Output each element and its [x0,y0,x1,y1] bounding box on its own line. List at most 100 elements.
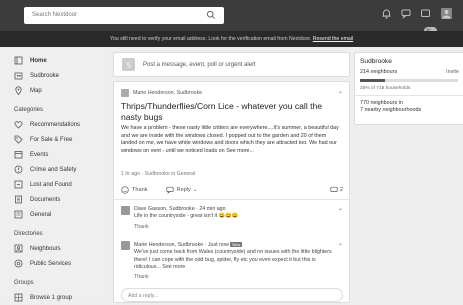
households-progress-bar [360,79,458,82]
people-icon [14,244,23,253]
search-input[interactable]: Search Nextdoor [24,7,224,24]
avatar [121,241,130,250]
sidebar-item-label: Crime and Safety [30,166,77,173]
general-icon [14,210,23,219]
bell-icon[interactable] [380,7,393,20]
nearby-line-2: 7 nearby neighbourhoods [360,107,422,114]
new-badge: New [230,242,243,247]
reply-button[interactable]: Reply ⌄ [165,186,198,194]
post-meta: 1 hr ago · Sudbrooke in General [121,171,196,177]
sidebar-item-lost-and-found[interactable]: Lost and Found [0,177,110,192]
sidebar-item-public-services[interactable]: Public Services [0,256,110,271]
sidebar-item-home[interactable]: Home [0,53,110,68]
shield-icon [14,165,23,174]
progress-fill [360,79,385,82]
comment-icon [330,186,338,194]
chevron-down-icon[interactable]: ⌄ [338,88,343,95]
neighbourhood-name[interactable]: Sudbrooke [360,58,392,65]
reply-item: Dave Gasson, Sudbrooke · 24 min ago Life… [121,206,343,230]
sidebar-item-general[interactable]: General [0,207,110,222]
avatar [121,206,130,215]
thank-button[interactable]: Thank [121,186,148,194]
reply-icon [165,186,174,194]
smile-icon [121,186,129,194]
nearby-neighbours[interactable]: 770 neighbours in 7 nearby neighbourhood… [360,100,421,114]
reply-author[interactable]: Marie Henderson, Sudbrooke · Just now [134,242,229,248]
chat-icon[interactable] [400,7,413,20]
sidebar: Home Sudbrooke Map Categories Recommenda… [0,47,110,302]
search-placeholder: Search Nextdoor [32,12,78,18]
chevron-down-icon[interactable]: ⌄ [338,240,343,247]
post-composer[interactable]: S Post a message, event, poll or urgent … [113,52,350,77]
messages-icon[interactable]: 30 [420,7,437,40]
thank-label: Thank [132,187,148,193]
reply-count-value: 2 [339,187,343,193]
groups-icon [14,293,23,302]
sidebar-item-events[interactable]: Events [0,147,110,162]
avatar [121,89,129,97]
email-verification-banner: You still need to verify your email addr… [0,31,463,47]
progress-text: 25% of 718 households [360,86,411,91]
nearby-line-1: 770 neighbours in [360,100,403,106]
categories-heading: Categories [14,107,44,113]
sidebar-item-label: Map [30,87,42,94]
reply-count[interactable]: 2 [330,186,343,194]
see-more-link[interactable]: See more [162,264,185,270]
public-services-icon [14,259,23,268]
search-icon[interactable] [206,10,216,20]
see-more-link[interactable]: See more... [226,148,254,154]
post-author[interactable]: Marie Henderson, Sudbrooke [121,89,202,97]
post-author-name: Marie Henderson, Sudbrooke [133,90,203,96]
thank-button[interactable]: Thank [134,224,343,230]
invite-button[interactable]: Invite [446,69,459,75]
document-icon [14,195,23,204]
heart-icon [14,120,23,129]
sidebar-item-label: Documents [30,196,61,203]
sidebar-item-recommendations[interactable]: Recommendations [0,117,110,132]
calendar-icon [14,150,23,159]
home-icon [14,56,23,65]
resend-email-link[interactable]: Resend the email [313,36,353,42]
svg-text:S: S [126,61,131,69]
avatar[interactable] [440,7,453,20]
lost-found-icon [14,180,23,189]
sidebar-item-for-sale-free[interactable]: For Sale & Free [0,132,110,147]
sidebar-item-label: Home [30,57,47,64]
add-reply-placeholder: Add a reply... [128,293,159,299]
neighbourhood-card: Sudbrooke 214 neighbours Invite 25% of 7… [354,52,463,125]
sidebar-item-neighbours[interactable]: Neighbours [0,241,110,256]
top-navigation-bar: Search Nextdoor 30 [0,0,463,40]
news-feed: S Post a message, event, poll or urgent … [113,52,350,303]
neighbour-count: 214 neighbours [360,69,398,75]
reply-item: Marie Henderson, Sudbrooke · Just now Ne… [121,241,343,280]
chevron-down-icon: ⌄ [192,187,198,193]
sidebar-item-label: Events [30,151,49,158]
sidebar-item-label: Recommendations [30,121,81,128]
sidebar-item-label: General [30,211,52,218]
sidebar-item-documents[interactable]: Documents [0,192,110,207]
tag-icon [14,135,23,144]
sidebar-item-browse-groups[interactable]: Browse 1 group [0,290,110,305]
sidebar-item-label: For Sale & Free [30,136,73,143]
post-body: We have a problem - these nasty little c… [121,125,343,155]
sidebar-item-crime-and-safety[interactable]: Crime and Safety [0,162,110,177]
thank-button[interactable]: Thank [134,274,343,280]
sidebar-item-label: Neighbours [30,245,61,252]
directories-heading: Directories [14,231,43,237]
reply-label: Reply [176,187,191,193]
composer-placeholder: Post a message, event, poll or urgent al… [143,61,256,68]
chevron-down-icon[interactable]: ⌄ [338,205,343,212]
sidebar-item-label: Lost and Found [30,181,72,188]
divider [355,95,463,96]
groups-heading: Groups [14,280,34,286]
reply-text: Life in the countryside - great isn't it… [134,213,239,220]
post-title[interactable]: Thrips/Thunderflies/Corn Lice - whatever… [121,101,343,123]
sidebar-item-label: Sudbrooke [30,72,60,79]
sidebar-item-map[interactable]: Map [0,83,110,98]
neighborhood-icon [14,71,23,80]
sidebar-item-label: Public Services [30,260,72,267]
sidebar-item-sudbrooke[interactable]: Sudbrooke [0,68,110,83]
divider [114,199,349,200]
compose-icon: S [122,58,135,71]
post-actions: Thank Reply ⌄ 2 [121,186,343,194]
